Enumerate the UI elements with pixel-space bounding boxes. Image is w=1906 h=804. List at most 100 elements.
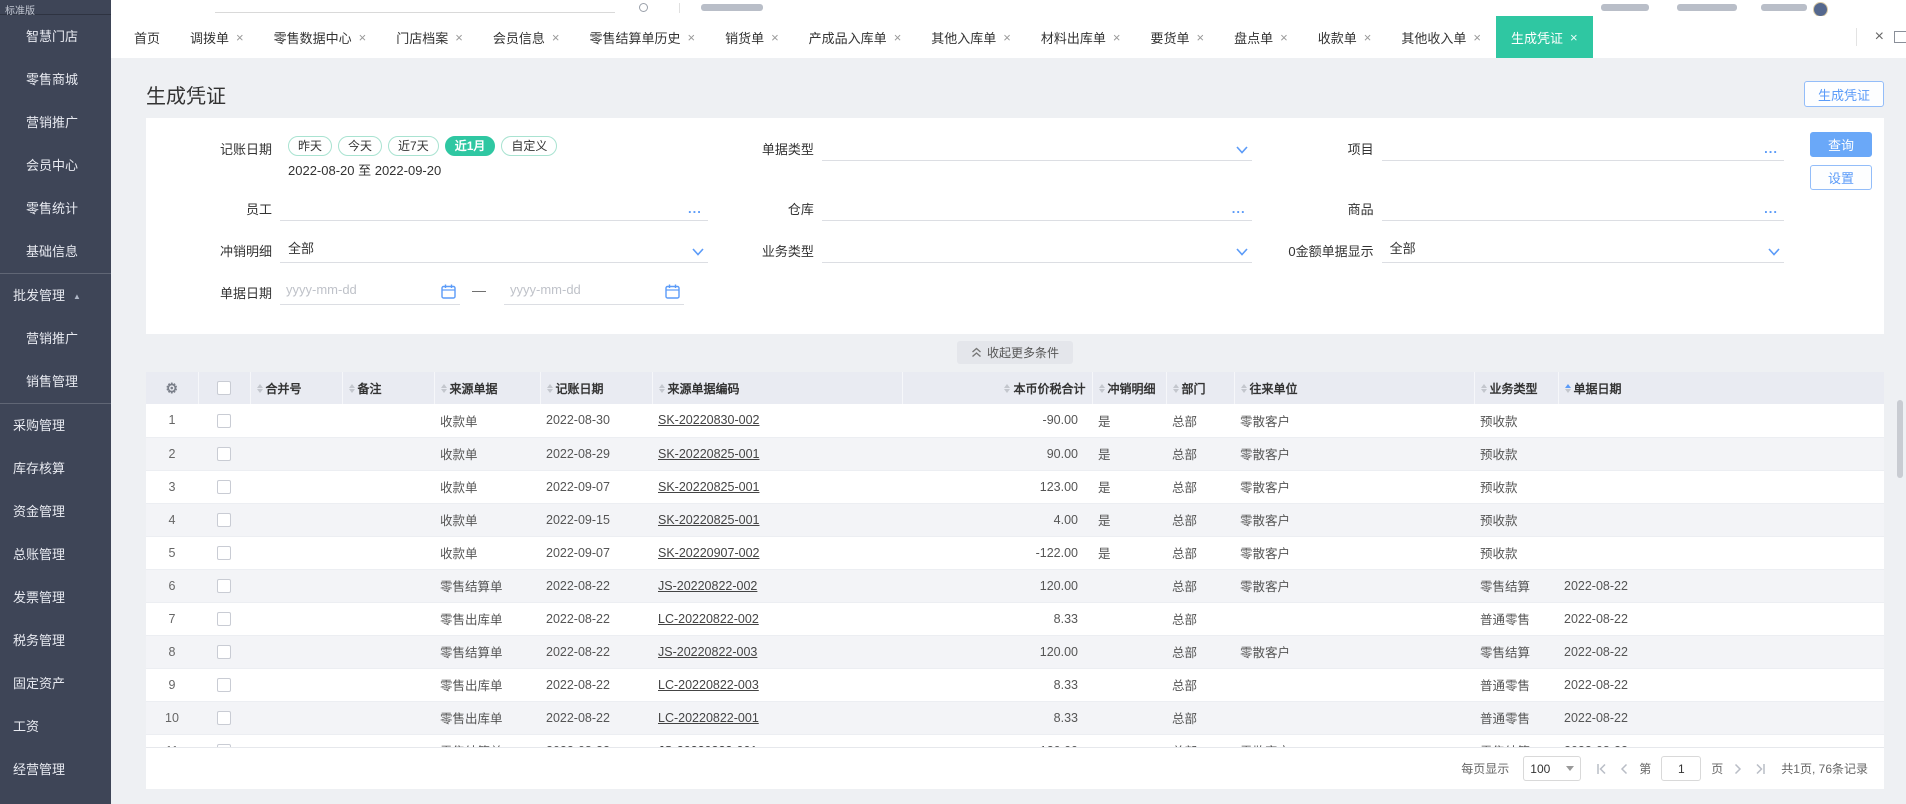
table-row[interactable]: 7 零售出库单 2022-08-22 LC-20220822-002 8.33 总部 普通零… xyxy=(146,602,1884,636)
tab-item[interactable]: 首页 xyxy=(119,16,175,58)
source-doc-code-link[interactable]: SK-20220825-001 xyxy=(658,480,759,494)
calendar-icon[interactable] xyxy=(441,284,456,299)
source-doc-code-link[interactable]: SK-20220830-002 xyxy=(658,413,759,427)
tab-close-icon[interactable]: × xyxy=(552,31,560,44)
first-page-button[interactable] xyxy=(1595,763,1609,775)
tab-item[interactable]: 产成品入库单 × xyxy=(794,16,917,58)
sort-asc-icon[interactable] xyxy=(1564,383,1571,393)
tab-item[interactable]: 零售结算单历史 × xyxy=(574,16,710,58)
source-doc-code-link[interactable]: SK-20220825-001 xyxy=(658,513,759,527)
row-checkbox[interactable] xyxy=(217,545,231,560)
tab-item[interactable]: 零售数据中心 × xyxy=(259,16,382,58)
warehouse-picker[interactable]: ... xyxy=(821,194,1252,221)
project-picker[interactable]: ... xyxy=(1381,134,1784,161)
ellipsis-picker-icon[interactable]: ... xyxy=(688,201,702,216)
doc-date-start-input[interactable]: yyyy-mm-dd xyxy=(280,278,460,305)
sort-icon[interactable] xyxy=(348,383,355,393)
source-doc-code-link[interactable]: SK-20220825-001 xyxy=(658,447,759,461)
writeoff-detail-select[interactable]: 全部 xyxy=(280,236,708,263)
row-checkbox[interactable] xyxy=(217,644,231,659)
sidebar-item[interactable]: 经营管理 xyxy=(0,748,111,791)
sort-icon[interactable] xyxy=(1098,383,1105,393)
sort-icon[interactable] xyxy=(1480,383,1487,393)
table-row[interactable]: 2 收款单 2022-08-29 SK-20220825-001 90.00 是总部 零散客… xyxy=(146,437,1884,471)
date-preset-pill[interactable]: 近7天 xyxy=(388,136,439,156)
source-doc-code-link[interactable]: SK-20220907-002 xyxy=(658,546,759,560)
tab-active[interactable]: 生成凭证 × xyxy=(1495,16,1593,58)
tab-close-icon[interactable]: × xyxy=(455,31,463,44)
row-checkbox[interactable] xyxy=(217,479,231,494)
sort-icon[interactable] xyxy=(1004,383,1011,393)
source-doc-code-link[interactable]: LC-20220822-002 xyxy=(658,612,759,626)
app-download-item-fragment[interactable] xyxy=(1677,4,1737,11)
global-search-underline[interactable] xyxy=(215,12,615,13)
sidebar-item[interactable]: 基础信息 xyxy=(0,230,111,273)
sort-icon[interactable] xyxy=(658,383,665,393)
row-checkbox[interactable] xyxy=(217,710,231,725)
sidebar-item[interactable]: 营销推广 xyxy=(0,317,111,360)
row-checkbox[interactable] xyxy=(217,413,231,428)
table-row[interactable]: 11零售结算单2022-08-22JS-20220822-001120.00总部… xyxy=(146,734,1884,747)
column-settings-gear-icon[interactable]: ⚙ xyxy=(165,380,178,396)
row-checkbox[interactable] xyxy=(217,446,231,461)
source-doc-code-link[interactable]: JS-20220822-003 xyxy=(658,645,757,659)
tab-close-icon[interactable]: × xyxy=(1280,31,1288,44)
sidebar-item[interactable]: 固定资产 xyxy=(0,662,111,705)
table-row[interactable]: 4 收款单 2022-09-15 SK-20220825-001 4.00 是总部 零散客户… xyxy=(146,503,1884,537)
collapse-conditions-button[interactable]: 收起更多条件 xyxy=(956,341,1073,364)
table-row[interactable]: 3 收款单 2022-09-07 SK-20220825-001 123.00 是总部 零散… xyxy=(146,470,1884,504)
ellipsis-picker-icon[interactable]: ... xyxy=(1232,201,1246,216)
sidebar-item[interactable]: 营销推广 xyxy=(0,101,111,144)
page-number-input[interactable]: 1 xyxy=(1661,756,1702,781)
sidebar-item[interactable]: 库存核算 xyxy=(0,447,111,490)
table-row[interactable]: 5 收款单 2022-09-07 SK-20220907-002 -122.00 是总部零… xyxy=(146,536,1884,570)
tab-close-icon[interactable]: × xyxy=(771,31,779,44)
tab-item[interactable]: 调拨单 × xyxy=(175,16,259,58)
doc-type-select[interactable] xyxy=(821,134,1252,161)
tab-item[interactable]: 销货单 × xyxy=(710,16,794,58)
prev-page-button[interactable] xyxy=(1619,763,1629,775)
sort-icon[interactable] xyxy=(256,383,263,393)
sidebar-item[interactable]: 资金管理 xyxy=(0,490,111,533)
tab-close-icon[interactable]: × xyxy=(359,31,367,44)
next-page-button[interactable] xyxy=(1733,763,1743,775)
source-doc-code-link[interactable]: LC-20220822-001 xyxy=(658,711,759,725)
sidebar-item[interactable]: 发票管理 xyxy=(0,576,111,619)
row-checkbox[interactable] xyxy=(217,578,231,593)
avatar[interactable] xyxy=(1813,2,1828,16)
sidebar-item[interactable]: 零售商城 xyxy=(0,58,111,101)
sidebar-item[interactable]: 批发管理 ▲ xyxy=(0,274,111,317)
per-page-select[interactable]: 100 xyxy=(1523,756,1582,781)
tab-close-icon[interactable]: × xyxy=(687,31,695,44)
tab-item[interactable]: 收款单 × xyxy=(1303,16,1387,58)
date-preset-pill[interactable]: 昨天 xyxy=(288,136,333,156)
tab-close-icon[interactable]: × xyxy=(1003,31,1011,44)
tab-item[interactable]: 其他入库单 × xyxy=(916,16,1026,58)
tab-close-icon[interactable]: × xyxy=(236,31,244,44)
doc-date-end-input[interactable]: yyyy-mm-dd xyxy=(504,278,684,305)
business-type-select[interactable] xyxy=(821,236,1252,263)
top-bar-item-fragment[interactable] xyxy=(701,4,763,11)
sort-icon[interactable] xyxy=(1172,383,1179,393)
tab-item[interactable]: 要货单 × xyxy=(1136,16,1220,58)
message-item-fragment[interactable] xyxy=(1601,4,1649,11)
table-row[interactable]: 10 零售出库单 2022-08-22 LC-20220822-001 8.33 总部 普通… xyxy=(146,701,1884,735)
sidebar-item[interactable]: 采购管理 xyxy=(0,404,111,447)
source-doc-code-link[interactable]: LC-20220822-003 xyxy=(658,678,759,692)
row-checkbox[interactable] xyxy=(217,677,231,692)
sidebar-item[interactable]: 销售管理 xyxy=(0,360,111,403)
zero-amount-select[interactable]: 全部 xyxy=(1381,236,1784,263)
generate-voucher-button[interactable]: 生成凭证 xyxy=(1803,81,1884,107)
sort-icon[interactable] xyxy=(1240,383,1247,393)
tab-item[interactable]: 门店档案 × xyxy=(381,16,478,58)
select-all-checkbox[interactable] xyxy=(217,381,231,396)
sidebar-item[interactable]: 会员中心 xyxy=(0,144,111,187)
table-row[interactable]: 6 零售结算单 2022-08-22 JS-20220822-002 120.00 总部零… xyxy=(146,569,1884,603)
source-doc-code-link[interactable]: JS-20220822-001 xyxy=(658,744,757,748)
tab-close-icon[interactable]: × xyxy=(1197,31,1205,44)
sort-icon[interactable] xyxy=(440,383,447,393)
table-row[interactable]: 9 零售出库单 2022-08-22 LC-20220822-003 8.33 总部 普通零… xyxy=(146,668,1884,702)
tab-list-expand-icon[interactable] xyxy=(1894,31,1906,43)
ellipsis-picker-icon[interactable]: ... xyxy=(1764,141,1778,156)
ellipsis-picker-icon[interactable]: ... xyxy=(1764,201,1778,216)
